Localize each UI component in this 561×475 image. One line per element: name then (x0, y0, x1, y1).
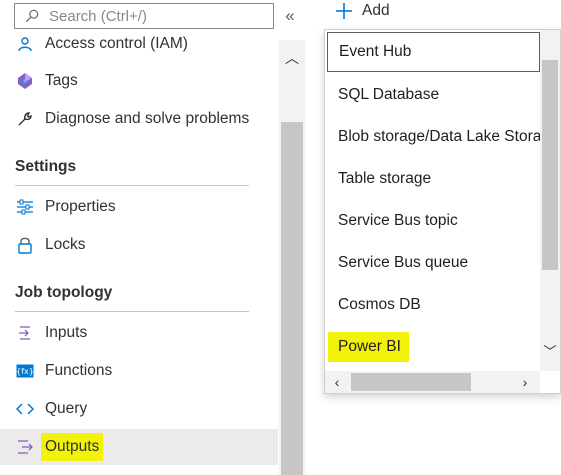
code-icon (14, 398, 36, 420)
search-input[interactable] (49, 7, 269, 25)
sidebar-item-access-control[interactable]: Access control (IAM) (0, 34, 278, 62)
menu-item-service-bus-topic[interactable]: Service Bus topic (327, 201, 540, 241)
sidebar-item-label: Outputs (41, 433, 104, 461)
sidebar-item-diagnose[interactable]: Diagnose and solve problems (0, 101, 278, 137)
menu-item-blob-storage[interactable]: Blob storage/Data Lake Stora (327, 117, 540, 157)
output-icon (14, 436, 36, 458)
sidebar-item-label: Functions (45, 362, 113, 379)
sidebar-item-label: Inputs (45, 324, 88, 341)
menu-item-power-bi[interactable]: Power BI (327, 327, 540, 367)
menu-item-cosmos-db[interactable]: Cosmos DB (327, 285, 540, 325)
scroll-left-icon[interactable]: ‹ (329, 371, 345, 393)
outputs-blade: « Access control (IAM) Tags Diagnose and… (0, 0, 561, 475)
plus-icon (336, 3, 352, 19)
sidebar-item-outputs[interactable]: Outputs (0, 429, 278, 465)
menu-item-event-hub[interactable]: Event Hub (327, 32, 540, 72)
sidebar-item-label: Query (45, 400, 88, 417)
divider (15, 311, 249, 312)
person-icon (14, 34, 36, 55)
sidebar-item-label: Diagnose and solve problems (45, 110, 250, 127)
function-icon: {fx} (14, 360, 36, 382)
output-type-dropdown: Event Hub SQL Database Blob storage/Data… (324, 29, 561, 394)
menu-item-label: Blob storage/Data Lake Stora (338, 128, 540, 145)
tag-icon (14, 70, 36, 92)
divider (15, 185, 249, 186)
menu-item-label: SQL Database (338, 86, 440, 103)
add-label: Add (362, 2, 390, 19)
menu-scrollbar[interactable]: ︿ (279, 40, 305, 475)
menu-item-label: Event Hub (339, 43, 412, 60)
section-header-settings: Settings (15, 158, 77, 175)
sliders-icon (14, 196, 36, 218)
scroll-thumb[interactable] (351, 373, 471, 391)
resource-menu: Access control (IAM) Tags Diagnose and s… (0, 34, 278, 475)
sidebar-item-functions[interactable]: {fx} Functions (0, 353, 278, 389)
sidebar-item-label: Access control (IAM) (45, 35, 188, 52)
scroll-thumb[interactable] (281, 122, 303, 475)
sidebar-item-properties[interactable]: Properties (0, 189, 278, 225)
menu-item-service-bus-queue[interactable]: Service Bus queue (327, 243, 540, 283)
sidebar-item-label: Properties (45, 198, 116, 215)
sidebar-item-locks[interactable]: Locks (0, 227, 278, 263)
scroll-right-icon[interactable]: › (517, 371, 533, 393)
lock-icon (14, 234, 36, 256)
wrench-icon (14, 108, 36, 130)
scroll-up-icon[interactable]: ︿ (279, 48, 305, 68)
add-output-button[interactable]: Add (334, 0, 390, 22)
menu-item-label: Service Bus topic (338, 212, 458, 229)
dropdown-vertical-scrollbar[interactable]: ﹀ (540, 30, 560, 371)
svg-text:{fx}: {fx} (16, 367, 34, 376)
menu-item-sql-database[interactable]: SQL Database (327, 75, 540, 115)
menu-item-label: Service Bus queue (338, 254, 469, 271)
sidebar-item-label: Tags (45, 72, 78, 89)
collapse-menu-button[interactable]: « (282, 5, 298, 27)
search-box[interactable] (14, 3, 274, 29)
sidebar-item-label: Locks (45, 236, 86, 253)
dropdown-horizontal-scrollbar[interactable]: ‹ › (325, 371, 540, 393)
scroll-thumb[interactable] (542, 60, 558, 270)
sidebar-item-inputs[interactable]: Inputs (0, 315, 278, 351)
sidebar-item-query[interactable]: Query (0, 391, 278, 427)
search-icon (25, 9, 39, 23)
input-icon (14, 322, 36, 344)
menu-item-label: Cosmos DB (338, 296, 421, 313)
sidebar-item-tags[interactable]: Tags (0, 63, 278, 99)
scroll-down-icon[interactable]: ﹀ (540, 342, 560, 362)
menu-item-label: Table storage (338, 170, 432, 187)
section-header-job-topology: Job topology (15, 284, 113, 301)
menu-item-label: Power BI (328, 332, 409, 362)
menu-item-table-storage[interactable]: Table storage (327, 159, 540, 199)
